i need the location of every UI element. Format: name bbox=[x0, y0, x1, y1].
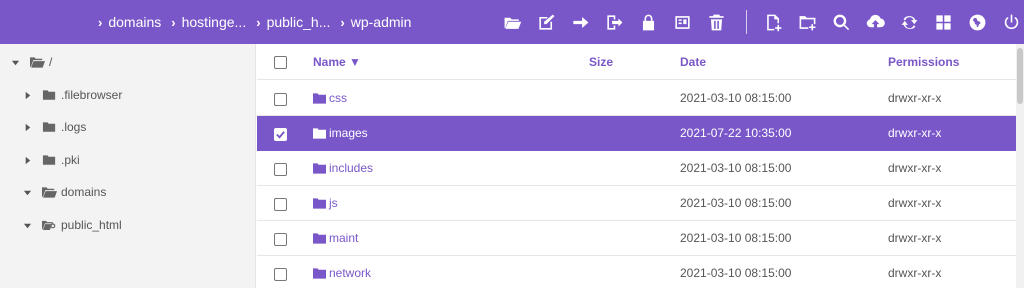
toolbar-divider bbox=[746, 10, 747, 34]
checkmark-icon bbox=[276, 131, 285, 139]
folder-icon bbox=[313, 232, 326, 244]
tree-item-label: domains bbox=[61, 185, 107, 199]
file-permissions: drwxr-xr-x bbox=[888, 91, 942, 105]
tree-item-label: .pki bbox=[61, 153, 80, 167]
tree-item-label: public_html bbox=[61, 218, 122, 232]
chevron-down-icon[interactable] bbox=[10, 58, 20, 67]
row-checkbox[interactable] bbox=[274, 233, 287, 246]
tree-item-pki[interactable]: .pki bbox=[22, 150, 80, 170]
tree-item-label: / bbox=[49, 55, 53, 69]
row-checkbox[interactable] bbox=[274, 163, 287, 176]
upload-icon[interactable] bbox=[863, 10, 887, 34]
file-table: Name ▼ Size Date Permissions css 2021-03… bbox=[257, 44, 1024, 288]
scrollbar-thumb[interactable] bbox=[1017, 48, 1023, 104]
tree-item-root[interactable]: / bbox=[10, 52, 52, 72]
column-header-date[interactable]: Date bbox=[680, 55, 706, 69]
file-name[interactable]: js bbox=[313, 196, 338, 210]
new-file-icon[interactable] bbox=[761, 10, 785, 34]
file-date: 2021-03-10 08:15:00 bbox=[680, 196, 792, 210]
tree-item-label: .logs bbox=[61, 120, 87, 134]
logout-icon[interactable] bbox=[602, 10, 626, 34]
lock-icon[interactable] bbox=[636, 10, 660, 34]
table-row[interactable]: js 2021-03-10 08:15:00 drwxr-xr-x bbox=[257, 186, 1017, 221]
chevron-down-icon[interactable] bbox=[22, 188, 32, 197]
file-date: 2021-03-10 08:15:00 bbox=[680, 161, 792, 175]
folder-icon bbox=[42, 89, 57, 101]
folder-icon bbox=[313, 92, 326, 104]
folder-open-icon bbox=[30, 56, 45, 68]
folder-icon bbox=[42, 154, 57, 166]
row-checkbox-checked[interactable] bbox=[274, 128, 287, 141]
file-name[interactable]: css bbox=[313, 91, 347, 105]
power-icon[interactable] bbox=[999, 10, 1023, 34]
row-checkbox[interactable] bbox=[274, 268, 287, 281]
file-date: 2021-07-22 10:35:00 bbox=[680, 126, 792, 140]
table-row[interactable]: includes 2021-03-10 08:15:00 drwxr-xr-x bbox=[257, 151, 1017, 186]
file-permissions: drwxr-xr-x bbox=[888, 231, 942, 245]
move-icon[interactable] bbox=[568, 10, 592, 34]
top-bar: › domains › hostinge... › public_h... › … bbox=[0, 0, 1024, 44]
folder-open-icon[interactable] bbox=[500, 10, 524, 34]
table-header: Name ▼ Size Date Permissions bbox=[257, 44, 1017, 80]
chevron-down-icon[interactable] bbox=[22, 221, 32, 230]
file-permissions: drwxr-xr-x bbox=[888, 126, 942, 140]
file-name[interactable]: images bbox=[313, 126, 368, 140]
folder-icon bbox=[313, 127, 326, 139]
file-date: 2021-03-10 08:15:00 bbox=[680, 231, 792, 245]
folder-icon bbox=[313, 162, 326, 174]
chevron-right-icon: › bbox=[256, 14, 261, 30]
table-row[interactable]: css 2021-03-10 08:15:00 drwxr-xr-x bbox=[257, 81, 1017, 116]
chevron-right-icon[interactable] bbox=[22, 123, 32, 132]
file-name[interactable]: includes bbox=[313, 161, 373, 175]
file-permissions: drwxr-xr-x bbox=[888, 266, 942, 280]
column-header-size[interactable]: Size bbox=[589, 55, 613, 69]
edit-icon[interactable] bbox=[534, 10, 558, 34]
folder-icon bbox=[313, 197, 326, 209]
chevron-right-icon[interactable] bbox=[22, 156, 32, 165]
refresh-icon[interactable] bbox=[897, 10, 921, 34]
breadcrumb-item-wp-admin[interactable]: wp-admin bbox=[351, 14, 412, 30]
chevron-right-icon[interactable] bbox=[22, 91, 32, 100]
folder-icon bbox=[42, 121, 57, 133]
sidebar-tree: / .filebrowser .logs .pki domains public… bbox=[0, 44, 256, 288]
chevron-right-icon: › bbox=[171, 14, 176, 30]
folder-open-icon bbox=[42, 186, 57, 198]
table-row-selected[interactable]: images 2021-07-22 10:35:00 drwxr-xr-x bbox=[257, 116, 1017, 151]
breadcrumb-item-public-html[interactable]: public_h... bbox=[267, 14, 331, 30]
breadcrumb-item-domains[interactable]: domains bbox=[108, 14, 161, 30]
globe-icon[interactable] bbox=[965, 10, 989, 34]
chevron-right-icon: › bbox=[98, 14, 103, 30]
tree-item-public-html[interactable]: public_html bbox=[22, 215, 122, 235]
column-header-name[interactable]: Name ▼ bbox=[313, 55, 361, 69]
column-header-permissions[interactable]: Permissions bbox=[888, 55, 959, 69]
table-row[interactable]: network 2021-03-10 08:15:00 drwxr-xr-x bbox=[257, 256, 1017, 288]
grid-view-icon[interactable] bbox=[931, 10, 955, 34]
file-name[interactable]: network bbox=[313, 266, 371, 280]
tree-item-label: .filebrowser bbox=[61, 88, 123, 102]
file-date: 2021-03-10 08:15:00 bbox=[680, 91, 792, 105]
chevron-right-icon: › bbox=[340, 14, 345, 30]
tree-item-domains[interactable]: domains bbox=[22, 182, 106, 202]
search-icon[interactable] bbox=[829, 10, 853, 34]
table-row[interactable]: maint 2021-03-10 08:15:00 drwxr-xr-x bbox=[257, 221, 1017, 256]
breadcrumb: › domains › hostinge... › public_h... › … bbox=[98, 0, 421, 44]
folder-icon bbox=[313, 267, 326, 279]
trash-icon[interactable] bbox=[704, 10, 728, 34]
breadcrumb-item-hostinger[interactable]: hostinge... bbox=[182, 14, 247, 30]
file-date: 2021-03-10 08:15:00 bbox=[680, 266, 792, 280]
select-all-checkbox[interactable] bbox=[274, 56, 287, 69]
file-name[interactable]: maint bbox=[313, 231, 358, 245]
file-permissions: drwxr-xr-x bbox=[888, 196, 942, 210]
tree-item-filebrowser[interactable]: .filebrowser bbox=[22, 85, 122, 105]
folder-link-icon bbox=[42, 219, 57, 231]
file-permissions: drwxr-xr-x bbox=[888, 161, 942, 175]
row-checkbox[interactable] bbox=[274, 198, 287, 211]
toolbar bbox=[500, 0, 1024, 44]
new-folder-icon[interactable] bbox=[795, 10, 819, 34]
row-checkbox[interactable] bbox=[274, 93, 287, 106]
vertical-scrollbar[interactable] bbox=[1016, 44, 1024, 288]
archive-icon[interactable] bbox=[670, 10, 694, 34]
tree-item-logs[interactable]: .logs bbox=[22, 117, 86, 137]
